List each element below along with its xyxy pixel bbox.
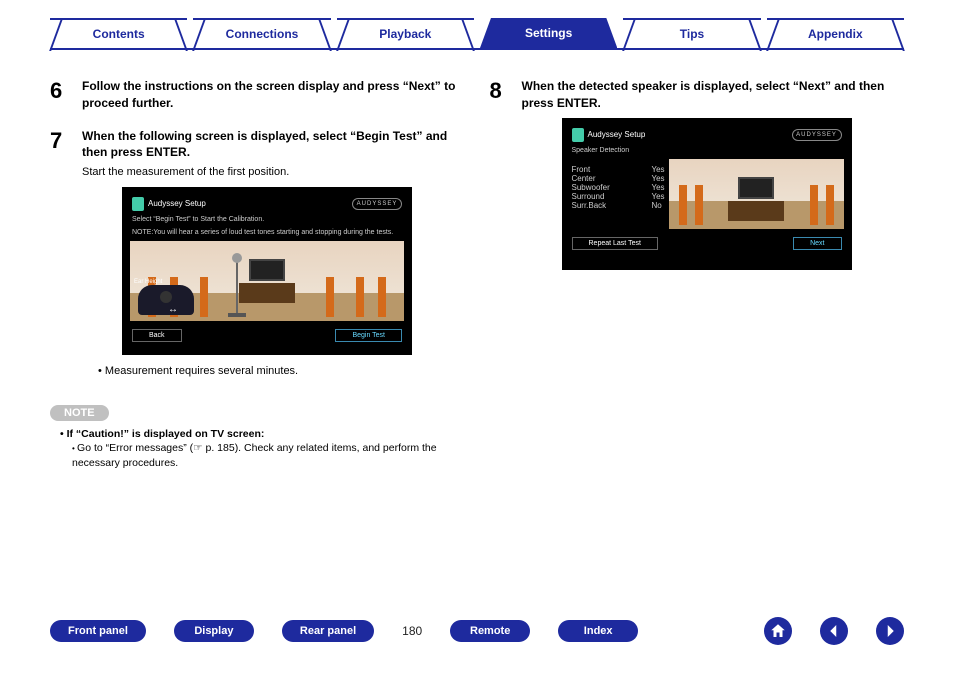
- step-subtext: Start the measurement of the first posit…: [82, 165, 465, 180]
- left-column: 6 Follow the instructions on the screen …: [50, 78, 465, 471]
- ear-height-label: Ear Height: [134, 279, 162, 285]
- link-icon: ☞: [193, 442, 202, 454]
- shot-title: Audyssey Setup: [588, 130, 646, 139]
- rear-panel-button[interactable]: Rear panel: [282, 620, 374, 642]
- front-panel-button[interactable]: Front panel: [50, 620, 146, 642]
- audyssey-logo: AUDYSSEY: [792, 129, 842, 141]
- note-heading: If “Caution!” is displayed on TV screen:: [60, 427, 465, 442]
- right-column: 8 When the detected speaker is displayed…: [490, 78, 905, 471]
- step-bullet: Measurement requires several minutes.: [98, 365, 465, 377]
- remote-button[interactable]: Remote: [450, 620, 530, 642]
- step-title: When the following screen is displayed, …: [82, 128, 465, 162]
- shot-instruction: NOTE:You will hear a series of loud test…: [132, 228, 402, 237]
- step-number: 7: [50, 128, 70, 377]
- step-number: 8: [490, 78, 510, 274]
- audyssey-logo: AUDYSSEY: [352, 198, 402, 210]
- speaker-icon: [132, 197, 144, 211]
- step-7: 7 When the following screen is displayed…: [50, 128, 465, 377]
- arrow-icon: ↔: [168, 304, 178, 315]
- shot-instruction: Select “Begin Test” to Start the Calibra…: [132, 215, 402, 224]
- note-badge: NOTE: [50, 405, 109, 421]
- tab-connections[interactable]: Connections: [193, 18, 330, 48]
- top-tabs: Contents Connections Playback Settings T…: [0, 0, 954, 48]
- tab-underline: [50, 48, 904, 50]
- repeat-test-button: Repeat Last Test: [572, 237, 658, 250]
- detection-list: FrontYes CenterYes SubwooferYes Surround…: [572, 165, 665, 225]
- silhouette-icon: [138, 285, 194, 315]
- step-number: 6: [50, 78, 70, 116]
- speaker-icon: [572, 128, 584, 142]
- index-button[interactable]: Index: [558, 620, 638, 642]
- room-diagram: Ear Height ↔: [130, 241, 404, 321]
- room-diagram: [669, 159, 844, 229]
- display-button[interactable]: Display: [174, 620, 254, 642]
- next-button: Next: [793, 237, 841, 250]
- back-button: Back: [132, 329, 182, 342]
- bottom-nav: Front panel Display Rear panel 180 Remot…: [50, 617, 904, 645]
- next-page-icon[interactable]: [876, 617, 904, 645]
- tab-settings[interactable]: Settings: [480, 18, 617, 48]
- note-text: Go to “Error messages” (☞ p. 185). Check…: [72, 441, 465, 470]
- tab-playback[interactable]: Playback: [337, 18, 474, 48]
- screenshot-begin-test: Audyssey Setup AUDYSSEY Select “Begin Te…: [122, 187, 412, 355]
- page-number: 180: [402, 624, 422, 638]
- note-block: NOTE If “Caution!” is displayed on TV sc…: [50, 389, 465, 471]
- tab-contents[interactable]: Contents: [50, 18, 187, 48]
- begin-test-button: Begin Test: [335, 329, 402, 342]
- page-body: 6 Follow the instructions on the screen …: [0, 48, 954, 471]
- step-6: 6 Follow the instructions on the screen …: [50, 78, 465, 116]
- step-title: When the detected speaker is displayed, …: [522, 78, 905, 112]
- step-title: Follow the instructions on the screen di…: [82, 78, 465, 112]
- tab-appendix[interactable]: Appendix: [767, 18, 904, 48]
- screenshot-speaker-detection: Audyssey Setup AUDYSSEY Speaker Detectio…: [562, 118, 852, 270]
- prev-page-icon[interactable]: [820, 617, 848, 645]
- shot-title: Audyssey Setup: [148, 199, 206, 208]
- mic-stand-icon: [222, 257, 252, 317]
- step-8: 8 When the detected speaker is displayed…: [490, 78, 905, 274]
- tab-tips[interactable]: Tips: [623, 18, 760, 48]
- shot-subhead: Speaker Detection: [572, 146, 842, 155]
- home-icon[interactable]: [764, 617, 792, 645]
